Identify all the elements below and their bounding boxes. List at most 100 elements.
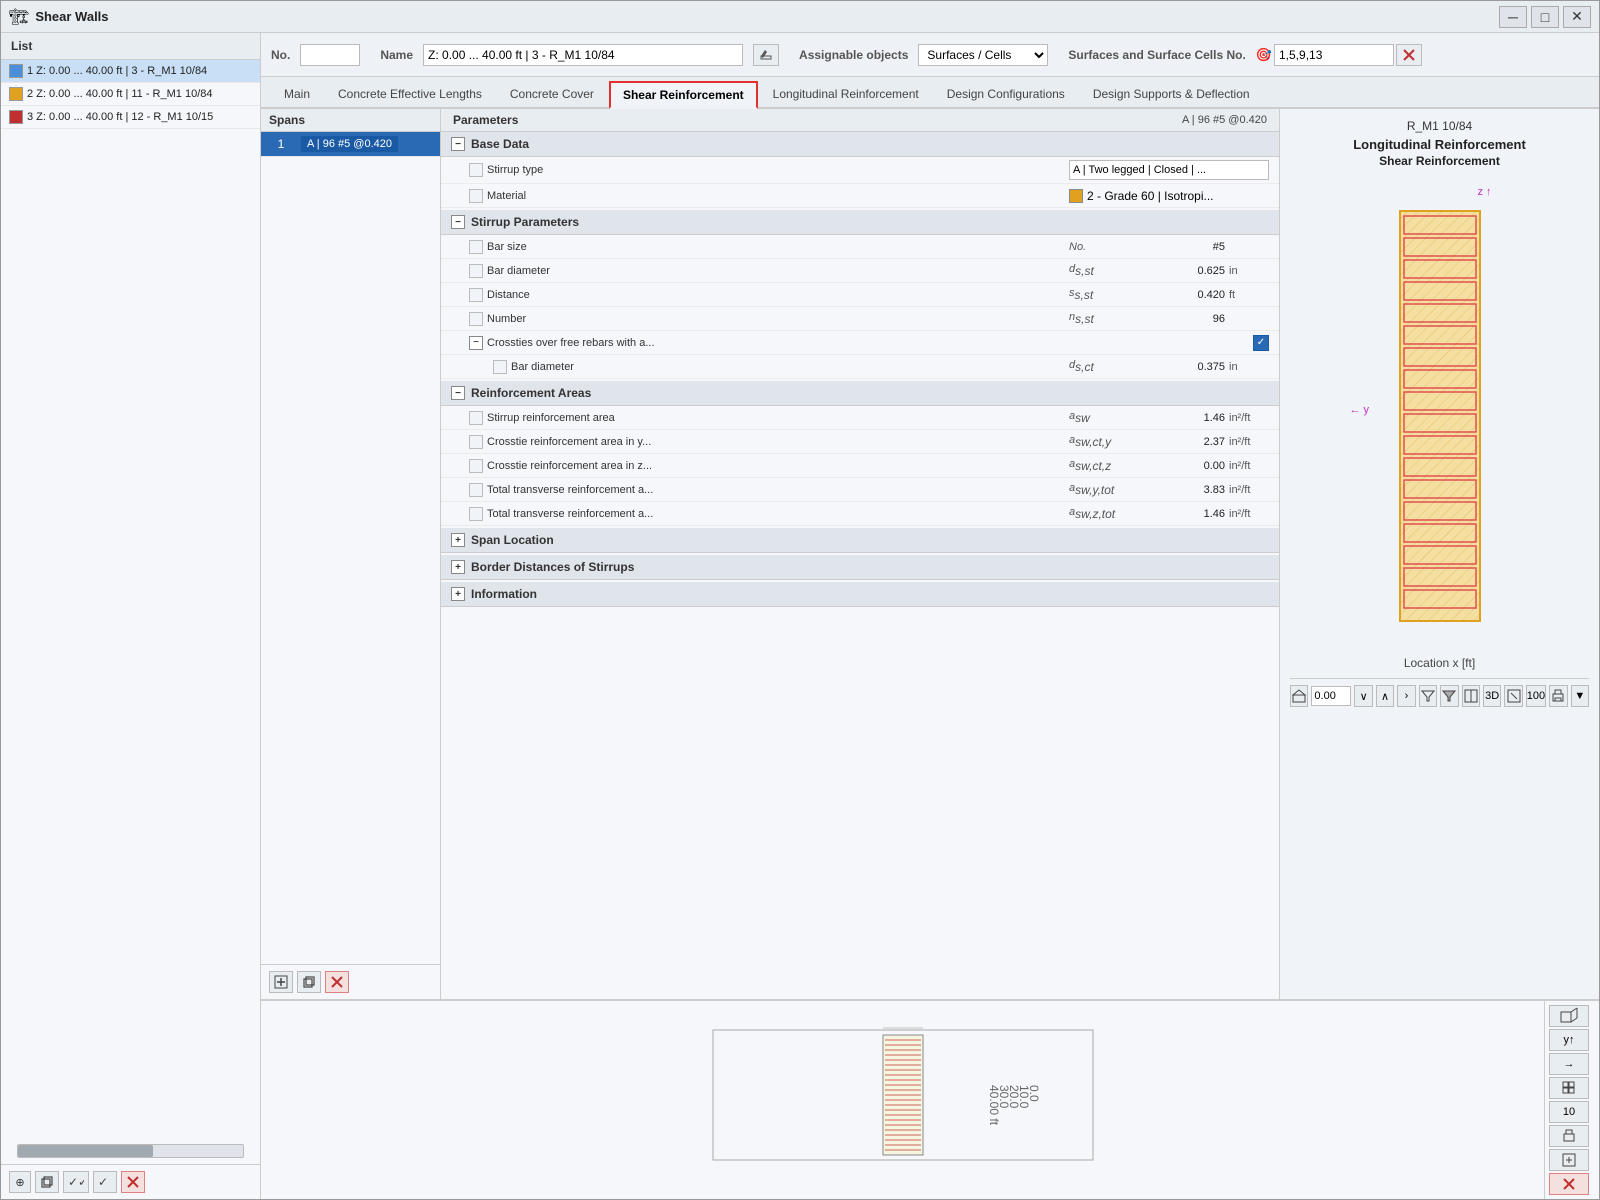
sidebar-check-button[interactable]: ✓	[93, 1171, 117, 1193]
distance-label: Distance	[487, 289, 1069, 301]
location-x-input[interactable]	[1311, 686, 1351, 706]
section-stirrup-params-label: Stirrup Parameters	[471, 215, 579, 229]
name-input[interactable]	[423, 44, 743, 66]
bar-diameter-st-symbol: ds,st	[1069, 263, 1139, 278]
distance-value: 0.420	[1139, 289, 1229, 301]
surfaces-input[interactable]	[1274, 44, 1394, 66]
maximize-button[interactable]: □	[1531, 6, 1559, 28]
sidebar-item-3[interactable]: 3 Z: 0.00 ... 40.00 ft | 12 - R_M1 10/15	[1, 106, 260, 129]
surfaces-clear-button[interactable]	[1396, 44, 1422, 66]
section-stirrup-params-body: Bar size No. #5 Bar diameter ds,st 0.625	[441, 235, 1279, 379]
tab-concrete-cover[interactable]: Concrete Cover	[497, 81, 607, 107]
sidebar-add-button[interactable]: ⊕	[9, 1171, 31, 1193]
asw-z-tot-label: Total transverse reinforcement a...	[487, 508, 1069, 520]
tab-design-supports[interactable]: Design Supports & Deflection	[1080, 81, 1263, 107]
section-stirrup-params-header[interactable]: − Stirrup Parameters	[441, 210, 1279, 235]
view-toggle-button[interactable]	[1462, 685, 1480, 707]
param-stirrup-type: Stirrup type	[441, 157, 1279, 184]
spans-footer	[261, 964, 440, 999]
param-number: Number ns,st 96	[441, 307, 1279, 331]
tab-longitudinal-reinforcement[interactable]: Longitudinal Reinforcement	[760, 81, 932, 107]
bottom-tool-export[interactable]	[1549, 1149, 1589, 1171]
filter-icon	[1421, 689, 1435, 703]
viz-tool-home[interactable]	[1290, 685, 1308, 707]
bar-size-symbol: No.	[1069, 241, 1139, 253]
sidebar-footer: ⊕ ✓✓ ✓	[1, 1164, 260, 1199]
loc-right-button[interactable]: ›	[1397, 685, 1415, 707]
more-button[interactable]: ▼	[1571, 685, 1589, 707]
copy-span-icon	[302, 975, 316, 989]
sidebar-copy-button[interactable]	[35, 1171, 59, 1193]
crossties-checkbox[interactable]: ✓	[1253, 335, 1269, 351]
section-stirrup-params-toggle[interactable]: −	[451, 215, 465, 229]
material-color-box	[1069, 189, 1083, 203]
section-base-data-header[interactable]: − Base Data	[441, 132, 1279, 157]
fit-button[interactable]	[1504, 685, 1522, 707]
param-bar-diameter-st: Bar diameter ds,st 0.625 in	[441, 259, 1279, 283]
asw-ct-z-unit: in²/ft	[1229, 460, 1269, 472]
filter2-icon	[1442, 689, 1456, 703]
section-information-toggle[interactable]: +	[451, 587, 465, 601]
print-icon	[1551, 689, 1565, 703]
sidebar-item-1[interactable]: 1 Z: 0.00 ... 40.00 ft | 3 - R_M1 10/84	[1, 60, 260, 83]
sidebar-item-2[interactable]: 2 Z: 0.00 ... 40.00 ft | 11 - R_M1 10/84	[1, 83, 260, 106]
asw-label: Stirrup reinforcement area	[487, 412, 1069, 424]
span-copy-button[interactable]	[297, 971, 321, 993]
bottom-tool-1[interactable]	[1549, 1005, 1589, 1027]
section-reinf-areas: − Reinforcement Areas Stirrup reinforcem…	[441, 381, 1279, 526]
bottom-tool-print[interactable]	[1549, 1125, 1589, 1147]
span-row-1[interactable]: 1 A | 96 #5 @0.420	[261, 132, 440, 157]
wall-elevation-svg: 40.00 ft 30.0 20.0 10.0 0.0	[653, 1020, 1153, 1180]
name-edit-button[interactable]	[753, 44, 779, 66]
asw-z-tot-unit: in²/ft	[1229, 508, 1269, 520]
bottom-tool-grid[interactable]	[1549, 1077, 1589, 1099]
bottom-tool-y[interactable]: y↑	[1549, 1029, 1589, 1051]
num-button[interactable]: 100	[1526, 685, 1546, 707]
tab-shear-reinforcement[interactable]: Shear Reinforcement	[609, 81, 758, 109]
bottom-tool-arrow[interactable]: →	[1549, 1053, 1589, 1075]
section-border-distances-header[interactable]: + Border Distances of Stirrups	[441, 555, 1279, 580]
span-add-button[interactable]	[269, 971, 293, 993]
sidebar-color-3	[9, 110, 23, 124]
params-title: Parameters	[453, 113, 518, 127]
loc-up-button[interactable]: ∧	[1376, 685, 1394, 707]
section-span-location-toggle[interactable]: +	[451, 533, 465, 547]
asw-unit: in²/ft	[1229, 412, 1269, 424]
asw-ct-y-symbol: asw,ct,y	[1069, 434, 1139, 449]
section-border-distances-toggle[interactable]: +	[451, 560, 465, 574]
delete-icon	[126, 1175, 140, 1189]
section-reinf-areas-header[interactable]: − Reinforcement Areas	[441, 381, 1279, 406]
tab-concrete-effective[interactable]: Concrete Effective Lengths	[325, 81, 495, 107]
stirrup-type-input[interactable]	[1069, 160, 1269, 180]
asw-ct-y-value: 2.37	[1139, 436, 1229, 448]
viz-toolbar: ∨ ∧ › 3D	[1290, 678, 1589, 707]
tab-main[interactable]: Main	[271, 81, 323, 107]
top-bar: No. Name Assignable objects Surfaces / C…	[261, 33, 1599, 77]
filter-button[interactable]	[1419, 685, 1437, 707]
spans-panel: Spans 1 A | 96 #5 @0.420	[261, 109, 441, 999]
no-input[interactable]	[300, 44, 360, 66]
bottom-visualization: 40.00 ft 30.0 20.0 10.0 0.0	[261, 1001, 1544, 1199]
section-span-location-header[interactable]: + Span Location	[441, 528, 1279, 553]
loc-down-button[interactable]: ∨	[1354, 685, 1372, 707]
section-base-data-toggle[interactable]: −	[451, 137, 465, 151]
sidebar-delete-button[interactable]	[121, 1171, 145, 1193]
material-value-text: 2 - Grade 60 | Isotropi...	[1087, 189, 1214, 203]
span-delete-button[interactable]	[325, 971, 349, 993]
crossties-toggle[interactable]: −	[469, 336, 483, 350]
tab-design-configurations[interactable]: Design Configurations	[934, 81, 1078, 107]
check-all-icon: ✓✓	[68, 1175, 84, 1189]
bottom-tool-close[interactable]	[1549, 1173, 1589, 1195]
bottom-tool-num[interactable]: 10	[1549, 1101, 1589, 1123]
sidebar-checkall-button[interactable]: ✓✓	[63, 1171, 89, 1193]
asw-ct-z-value: 0.00	[1139, 460, 1229, 472]
assignable-select[interactable]: Surfaces / Cells	[918, 44, 1048, 66]
filter2-button[interactable]	[1440, 685, 1458, 707]
sidebar-scrollbar[interactable]	[17, 1144, 244, 1158]
minimize-button[interactable]: ─	[1499, 6, 1527, 28]
close-button[interactable]: ✕	[1563, 6, 1591, 28]
section-reinf-areas-toggle[interactable]: −	[451, 386, 465, 400]
section-information-header[interactable]: + Information	[441, 582, 1279, 607]
print-button[interactable]	[1549, 685, 1567, 707]
3d-button[interactable]: 3D	[1483, 685, 1501, 707]
